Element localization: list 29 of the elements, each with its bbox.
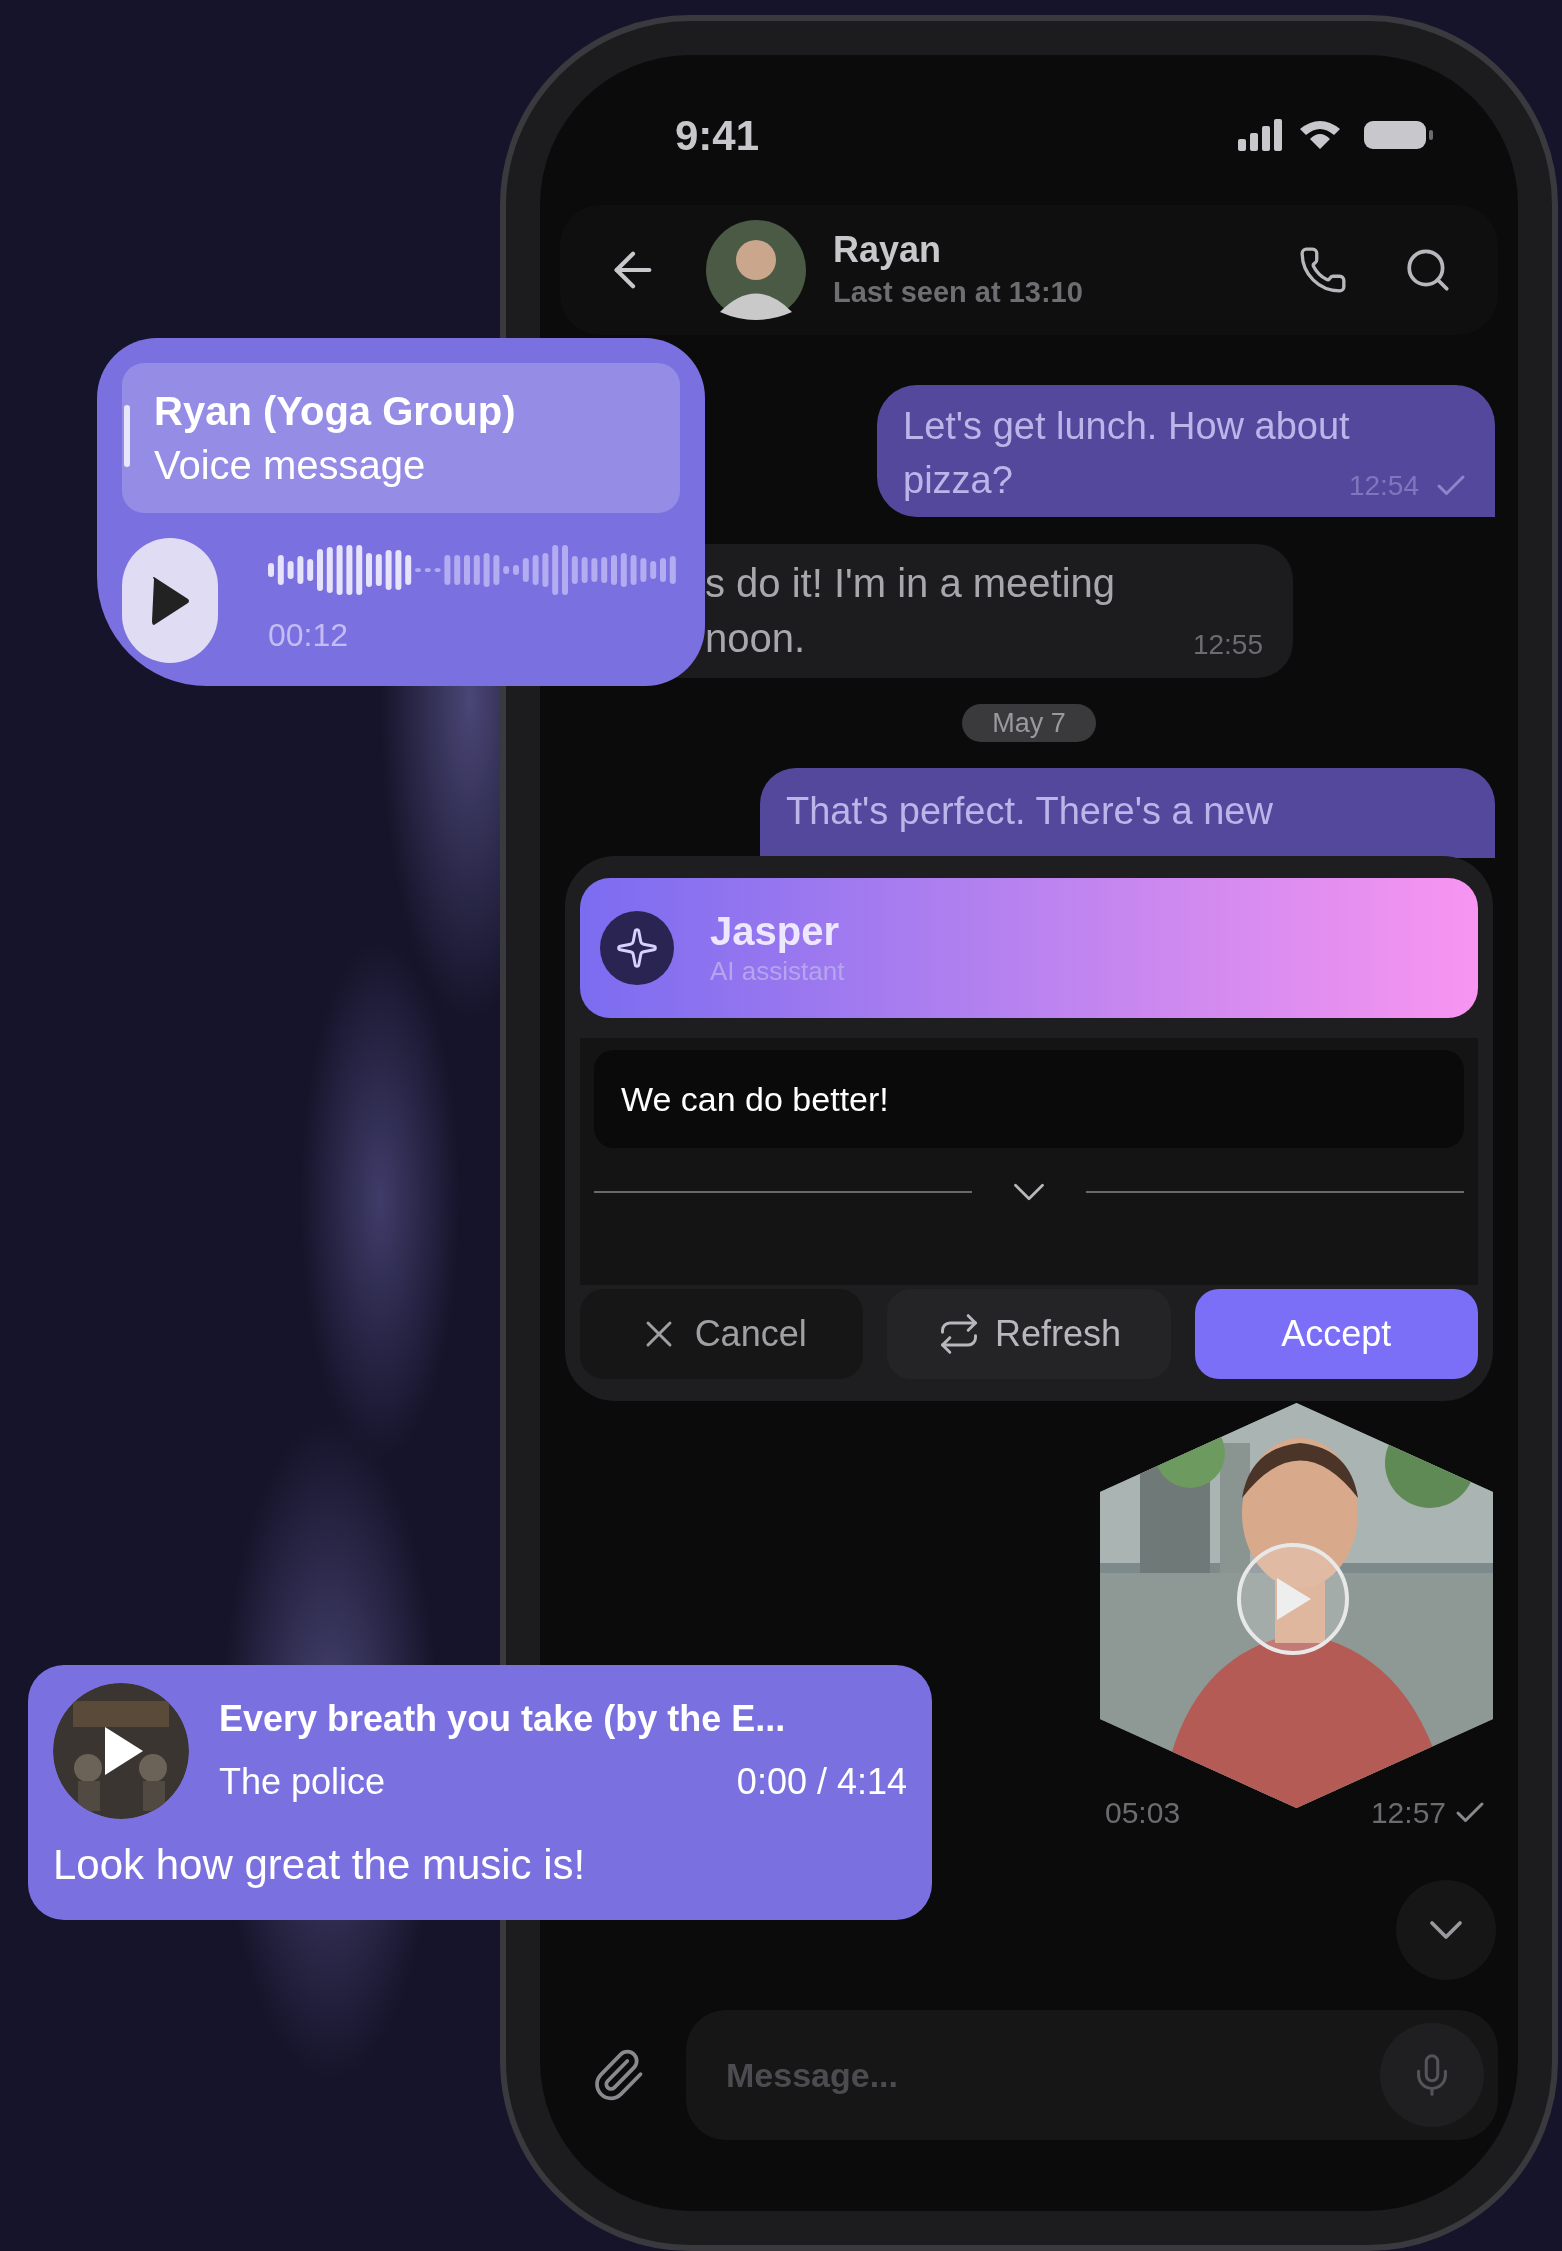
caption-text: Look how great the music is!: [53, 1840, 587, 1890]
date-pill: May 7: [962, 704, 1096, 742]
message-text: noon.: [705, 615, 806, 662]
accept-button[interactable]: Accept: [1194, 1289, 1478, 1379]
message-time: 12:57: [1370, 1795, 1446, 1831]
status-time: 9:41: [675, 110, 760, 161]
refresh-button[interactable]: Refresh: [887, 1289, 1171, 1379]
quote-sender: Ryan (Yoga Group): [154, 388, 517, 435]
suggestion-text-box[interactable]: We can do better!: [594, 1050, 1464, 1148]
video-duration: 05:03: [1105, 1795, 1181, 1831]
message-text: Let's get lunch. How about: [903, 404, 1350, 449]
voice-duration: 00:12: [268, 615, 350, 655]
track-artist: The police: [219, 1760, 386, 1804]
call-icon[interactable]: [1298, 245, 1348, 295]
message-field[interactable]: Message...: [726, 2049, 1380, 2101]
track-position: 0:00 / 4:14: [736, 1760, 907, 1804]
message-text: That's perfect. There's a new: [786, 789, 1273, 834]
play-button[interactable]: [122, 538, 218, 663]
message-time: 12:55: [1192, 628, 1263, 662]
message-input[interactable]: Message...: [686, 2010, 1498, 2140]
quote-text: Voice message: [154, 442, 427, 489]
track-title: Every breath you take (by the E...: [219, 1697, 787, 1741]
contact-name: Rayan: [833, 228, 943, 272]
suggestion-text: We can do better!: [621, 1078, 889, 1120]
assistant-name: Jasper: [710, 908, 840, 954]
message-text: pizza?: [903, 458, 1013, 503]
last-seen-text: Last seen at 13:10: [833, 275, 1083, 310]
message-text: s do it! I'm in a meeting: [705, 560, 1116, 607]
cancel-button[interactable]: Cancel: [580, 1289, 864, 1379]
